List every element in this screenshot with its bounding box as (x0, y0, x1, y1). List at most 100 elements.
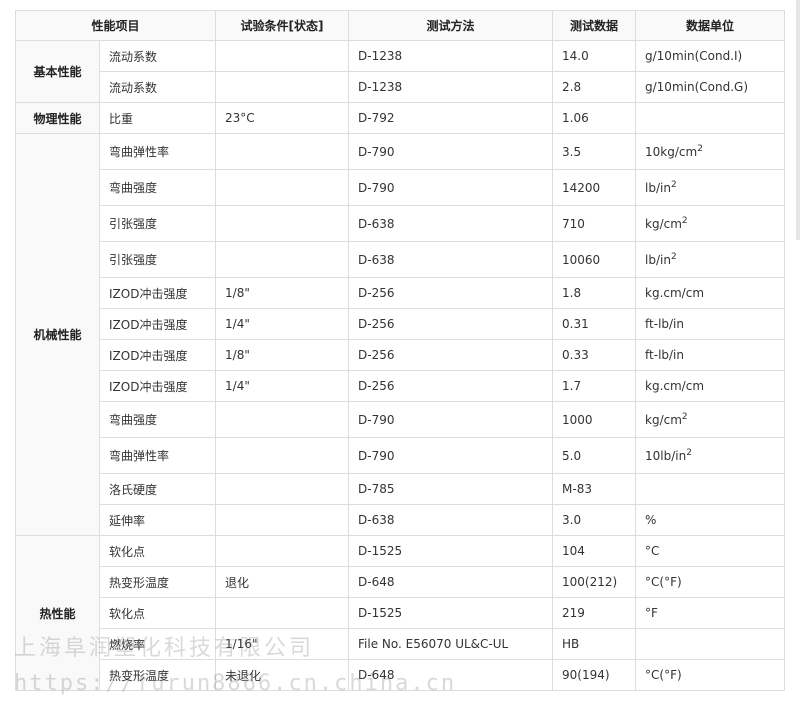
unit-text: °C(°F) (645, 575, 682, 589)
scrollbar[interactable] (796, 0, 800, 240)
cell-value: 3.5 (552, 133, 637, 170)
cell-unit (635, 473, 786, 505)
cell-condition (215, 169, 350, 206)
unit-sup: 2 (670, 251, 677, 262)
cell-unit: °C (635, 535, 786, 567)
unit-text: 10kg/cm (645, 144, 698, 159)
unit-text: °F (645, 606, 658, 620)
cell-unit: °F (635, 597, 786, 629)
cell-item: 引张强度 (98, 205, 217, 242)
header-unit: 数据单位 (635, 10, 786, 41)
cell-value: 219 (552, 597, 637, 629)
table-row: IZOD冲击强度 1/4" D-256 0.31 ft-lb/in (16, 308, 786, 340)
cell-item: 延伸率 (98, 504, 217, 536)
cell-method: D-790 (348, 133, 554, 170)
table-row: 基本性能 流动系数 D-1238 14.0 g/10min(Cond.I) (15, 40, 786, 103)
cell-unit: °C(°F) (635, 659, 786, 691)
cell-value: 0.31 (552, 308, 637, 340)
cell-value: 710 (552, 205, 637, 242)
cell-value: 0.33 (552, 339, 637, 371)
unit-text: kg.cm/cm (645, 379, 705, 393)
cell-value: HB (552, 628, 637, 660)
cell-value: 90(194) (552, 659, 637, 691)
cell-item: 流动系数 (98, 40, 217, 72)
cell-condition (215, 473, 350, 505)
unit-text: ft-lb/in (645, 348, 684, 362)
table-header-row: 性能项目 试验条件[状态] 测试方法 测试数据 数据单位 (14, 10, 786, 41)
cell-method: D-256 (348, 308, 554, 340)
unit-sup: 2 (686, 447, 692, 458)
cell-item: 洛氏硬度 (98, 473, 217, 505)
cell-item: IZOD冲击强度 (98, 370, 217, 402)
group-physical: 物理性能 (15, 102, 100, 134)
header-property: 性能项目 (14, 10, 217, 41)
cell-item: 燃烧率 (98, 628, 217, 660)
cell-condition (215, 133, 350, 170)
cell-value: 1.7 (552, 370, 637, 402)
cell-condition (215, 504, 350, 536)
cell-condition: 1/4" (215, 370, 350, 402)
cell-method: D-790 (348, 169, 554, 206)
cell-condition: 退化 (215, 566, 350, 598)
cell-value: M-83 (552, 473, 637, 505)
cell-value: 1.8 (552, 277, 637, 309)
header-condition: 试验条件[状态] (215, 10, 350, 41)
table-row: IZOD冲击强度 1/8" D-256 0.33 ft-lb/in (16, 339, 786, 371)
table-row: 引张强度 D-638 710 kg/cm2 (16, 205, 786, 242)
cell-item: 热变形温度 (98, 566, 217, 598)
group-basic: 基本性能 (15, 40, 100, 103)
cell-item: IZOD冲击强度 (98, 339, 217, 371)
unit-sup: 2 (681, 411, 688, 422)
unit-text: lb/in (645, 180, 671, 195)
cell-condition: 23°C (215, 102, 350, 134)
cell-item: 流动系数 (98, 71, 217, 103)
table-row: 弯曲强度 D-790 14200 lb/in2 (16, 169, 786, 206)
header-method: 测试方法 (348, 10, 554, 41)
cell-unit: ft-lb/in (635, 339, 786, 371)
cell-method: D-1525 (348, 597, 554, 629)
table-row: 热变形温度 未退化 D-648 90(194) °C(°F) (16, 659, 786, 691)
cell-item: 弯曲强度 (98, 401, 217, 438)
cell-value: 100(212) (552, 566, 637, 598)
cell-method: D-638 (348, 241, 554, 278)
cell-condition (215, 71, 350, 103)
cell-method: D-790 (348, 437, 554, 474)
table-row: 引张强度 D-638 10060 lb/in2 (16, 241, 786, 278)
cell-method: D-790 (348, 401, 554, 438)
cell-condition (215, 40, 350, 72)
table-row: IZOD冲击强度 1/4" D-256 1.7 kg.cm/cm (16, 370, 786, 402)
table-row: 洛氏硬度 D-785 M-83 (16, 473, 786, 505)
table-row: 软化点 D-1525 219 °F (16, 597, 786, 629)
cell-item: IZOD冲击强度 (98, 277, 217, 309)
cell-method: D-1238 (348, 40, 554, 72)
cell-condition: 1/16" (215, 628, 350, 660)
unit-text: kg/cm (645, 216, 682, 231)
unit-text: lb/in (645, 252, 671, 267)
cell-unit: lb/in2 (635, 241, 786, 278)
cell-unit: kg.cm/cm (635, 277, 786, 309)
cell-unit: 10kg/cm2 (635, 133, 786, 170)
table-row: 机械性能 弯曲弹性率 D-790 3.5 10kg/cm2 (15, 133, 786, 536)
unit-sup: 2 (670, 179, 677, 190)
cell-method: D-785 (348, 473, 554, 505)
cell-condition (215, 205, 350, 242)
cell-condition (215, 437, 350, 474)
cell-value: 5.0 (552, 437, 637, 474)
cell-unit: lb/in2 (635, 169, 786, 206)
cell-unit: % (635, 504, 786, 536)
cell-condition: 未退化 (215, 659, 350, 691)
unit-text: °C (645, 544, 660, 558)
cell-item: 弯曲弹性率 (98, 133, 217, 170)
cell-value: 14.0 (552, 40, 637, 72)
cell-method: D-256 (348, 339, 554, 371)
unit-text: g/10min(Cond.I) (645, 49, 743, 63)
table-row: IZOD冲击强度 1/8" D-256 1.8 kg.cm/cm (16, 277, 786, 309)
table-row: 热性能 软化点 D-1525 104 °C (15, 535, 786, 691)
cell-item: 引张强度 (98, 241, 217, 278)
cell-method: D-792 (348, 102, 554, 134)
cell-method: D-648 (348, 659, 554, 691)
cell-unit: kg/cm2 (635, 401, 786, 438)
table-row: 流动系数 D-1238 2.8 g/10min(Cond.G) (16, 71, 786, 103)
properties-table: 性能项目 试验条件[状态] 测试方法 测试数据 数据单位 基本性能 流动系数 D… (14, 10, 786, 691)
cell-unit: kg.cm/cm (635, 370, 786, 402)
